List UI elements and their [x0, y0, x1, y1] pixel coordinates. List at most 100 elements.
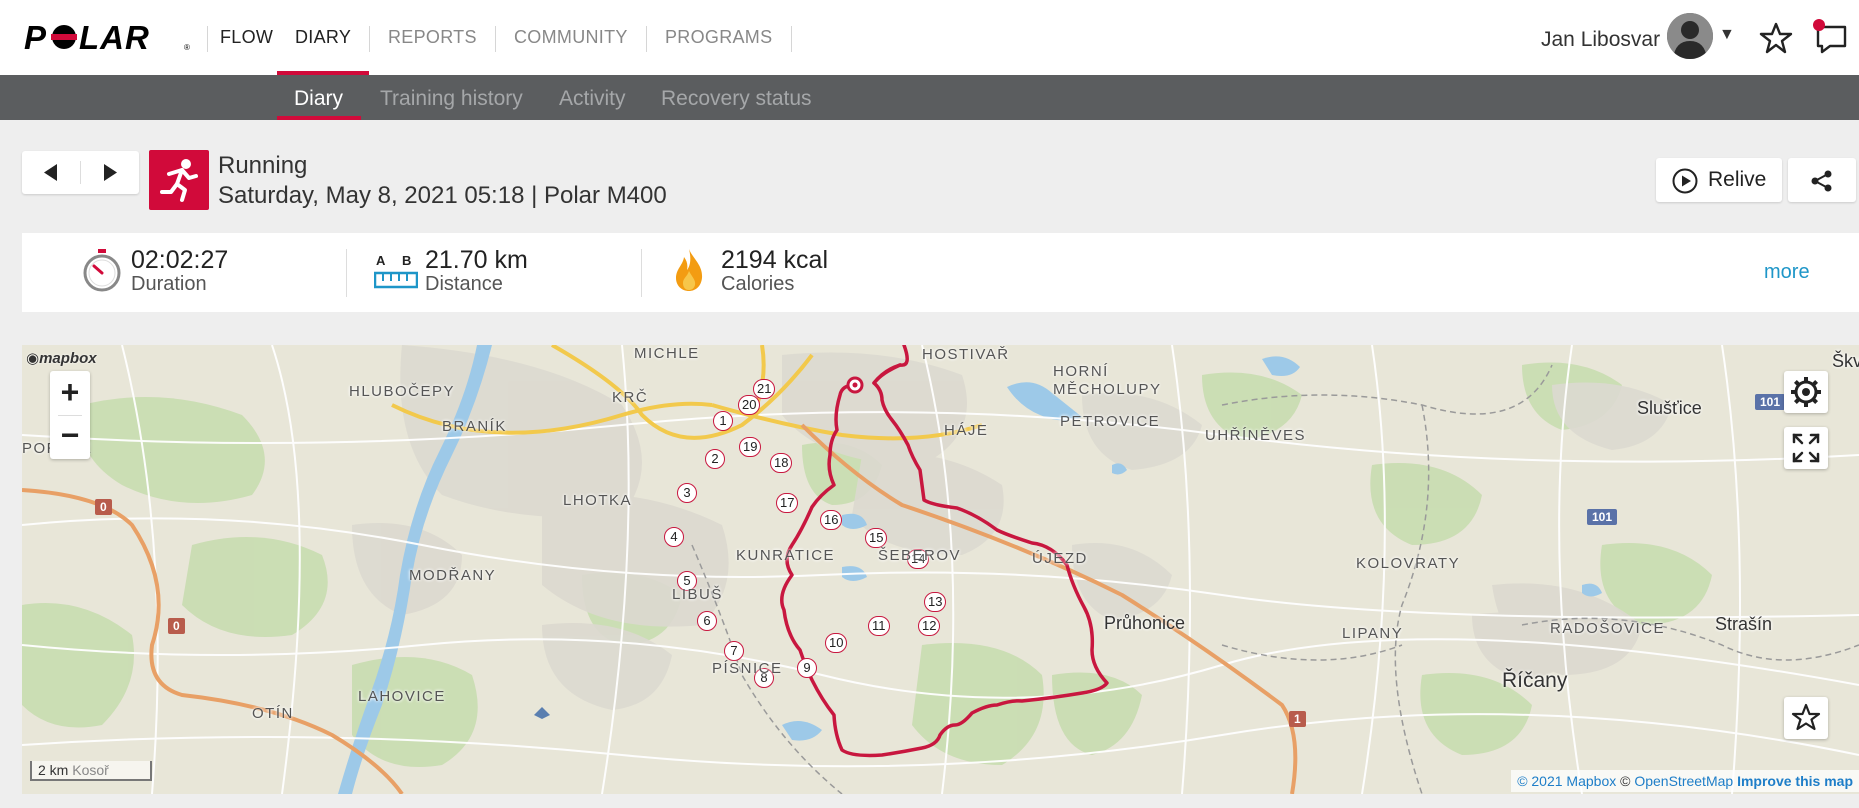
map-settings-button[interactable]: [1784, 371, 1828, 413]
map-place-label: UHŘÍNĚVES: [1205, 427, 1307, 444]
active-tab-indicator: [277, 116, 361, 120]
star-icon[interactable]: [1759, 21, 1793, 55]
next-arrow-icon: [104, 164, 117, 181]
map-city-label: Škv: [1832, 351, 1859, 371]
map-place-label: ÚJEZD: [1032, 550, 1088, 567]
duration-value: 02:02:27: [131, 246, 229, 274]
svg-text:B: B: [402, 253, 411, 268]
relive-label: Relive: [1708, 168, 1767, 191]
sub-navigation-bar: Diary Training history Activity Recovery…: [0, 75, 1859, 120]
map-city-label: Strašín: [1715, 614, 1773, 634]
distance-value: 21.70 km: [425, 246, 528, 274]
lap-marker[interactable]: 1: [713, 411, 733, 431]
favorite-route-button[interactable]: [1784, 697, 1828, 739]
nav-divider: [495, 26, 496, 52]
lap-marker[interactable]: 11: [868, 616, 890, 636]
map-place-label: LHOTKA: [563, 492, 633, 509]
relive-button[interactable]: Relive: [1656, 158, 1782, 202]
nav-reports[interactable]: REPORTS: [388, 27, 477, 48]
map-place-label: KRČ: [612, 389, 649, 406]
nav-community[interactable]: COMMUNITY: [514, 27, 628, 48]
play-circle-icon: [1672, 168, 1698, 194]
tab-recovery-status[interactable]: Recovery status: [661, 87, 812, 111]
map-place-label: RADOŠOVICE: [1550, 620, 1666, 637]
nav-diary[interactable]: DIARY: [295, 27, 351, 48]
mapbox-logo[interactable]: ◉mapbox: [26, 349, 97, 367]
lap-marker[interactable]: 9: [797, 658, 817, 678]
tab-training-history[interactable]: Training history: [380, 87, 523, 111]
nav-divider: [646, 26, 647, 52]
lap-marker[interactable]: 3: [677, 483, 697, 503]
nav-divider: [369, 26, 370, 52]
map-place-label: OTÍN: [252, 705, 294, 722]
session-summary: 02:02:27 Duration A B 21.70 km Distance …: [22, 233, 1859, 312]
lap-marker[interactable]: 12: [918, 616, 941, 636]
map-place-label: PÍSNICE: [712, 660, 783, 677]
mapbox-attribution-link[interactable]: © 2021 Mapbox: [1517, 773, 1616, 789]
top-navigation-bar: P LAR ® FLOW DIARY REPORTS COMMUNITY PRO…: [0, 0, 1859, 75]
map-place-label: KOLOVRATY: [1356, 555, 1461, 572]
map-city-label: Slušťice: [1637, 398, 1702, 418]
improve-map-link[interactable]: Improve this map: [1737, 773, 1853, 789]
lap-marker[interactable]: 13: [924, 592, 947, 612]
map-attribution: © 2021 Mapbox © OpenStreetMap Improve th…: [1511, 770, 1859, 792]
lap-marker[interactable]: 2: [705, 449, 725, 469]
map-tiles: [22, 345, 1859, 794]
map-place-label: KUNRATICE: [736, 547, 836, 564]
lap-marker[interactable]: 15: [865, 528, 888, 548]
polar-logo[interactable]: P LAR ®: [24, 20, 196, 54]
stat-divider: [641, 249, 642, 297]
lap-marker[interactable]: 18: [770, 453, 793, 473]
map-place-label: HÁJE: [944, 422, 989, 439]
route-map[interactable]: 1 2 3 4 5 6 7 8 9 10 11 12 13 14 15 16 17 18 19 20 21 HLUBOČ…: [22, 345, 1859, 794]
lap-marker[interactable]: 17: [776, 493, 799, 513]
nav-programs[interactable]: PROGRAMS: [665, 27, 772, 48]
distance-label: Distance: [425, 273, 503, 295]
nav-flow[interactable]: FLOW: [220, 27, 273, 48]
avatar-icon[interactable]: [1667, 13, 1713, 59]
next-session-button[interactable]: [81, 151, 139, 194]
flame-icon: [676, 249, 703, 291]
chevron-down-icon[interactable]: ▼: [1719, 26, 1735, 44]
gear-icon: [1791, 377, 1821, 407]
user-name[interactable]: Jan Libosvar: [1541, 28, 1660, 52]
svg-text:P: P: [24, 20, 47, 54]
fullscreen-button[interactable]: [1784, 427, 1828, 469]
lap-marker[interactable]: 21: [753, 379, 776, 399]
lap-marker[interactable]: 19: [739, 437, 762, 457]
tab-diary[interactable]: Diary: [294, 87, 343, 111]
lap-marker[interactable]: 20: [738, 395, 761, 415]
lap-marker[interactable]: 7: [724, 641, 744, 661]
session-pager: [22, 151, 139, 194]
previous-session-button[interactable]: [22, 151, 80, 194]
lap-marker[interactable]: 10: [825, 633, 848, 653]
zoom-out-button[interactable]: −: [50, 415, 90, 459]
map-city-label: Průhonice: [1104, 613, 1186, 633]
notification-icon[interactable]: [1812, 18, 1850, 56]
more-link[interactable]: more: [1764, 261, 1810, 284]
zoom-in-button[interactable]: +: [50, 371, 90, 415]
osm-attribution-link[interactable]: OpenStreetMap: [1634, 773, 1733, 789]
session-date-device: Saturday, May 8, 2021 05:18 | Polar M400: [218, 182, 667, 209]
share-button[interactable]: [1788, 158, 1856, 202]
scale-place-label: Kosoř: [72, 762, 109, 778]
road-shield: 1: [1289, 711, 1306, 727]
stopwatch-icon: [83, 249, 121, 292]
map-place-label: LIPANY: [1342, 625, 1404, 642]
lap-marker[interactable]: 6: [697, 611, 717, 631]
lap-marker[interactable]: 16: [820, 510, 843, 530]
map-place-label: LAHOVICE: [358, 688, 446, 705]
map-place-label: LIBUŠ: [672, 586, 723, 603]
lap-marker[interactable]: 4: [664, 527, 684, 547]
svg-text:A: A: [376, 253, 386, 268]
stat-divider: [346, 249, 347, 297]
map-place-label: MODŘANY: [409, 567, 497, 584]
map-place-label: BRANÍK: [442, 418, 507, 435]
map-place-label: HORNÍ MĚCHOLUPY: [1053, 363, 1162, 398]
tab-activity[interactable]: Activity: [559, 87, 626, 111]
svg-text:®: ®: [184, 43, 190, 52]
prev-arrow-icon: [44, 164, 57, 181]
share-icon: [1811, 170, 1832, 192]
map-place-label: HLUBOČEPY: [349, 383, 456, 400]
nav-divider: [207, 26, 208, 52]
